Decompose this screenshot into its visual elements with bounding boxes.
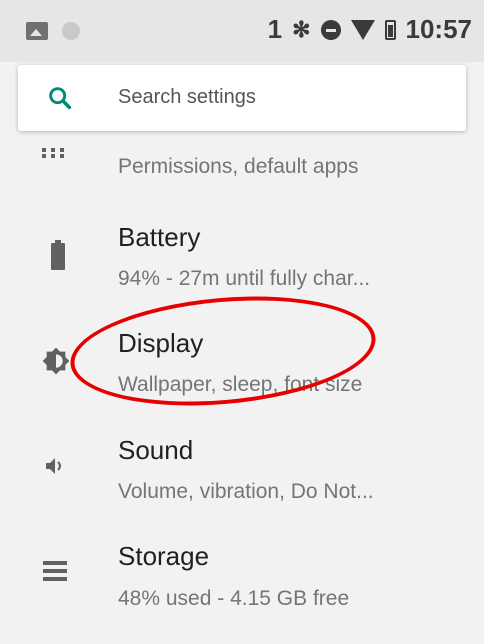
settings-item-title: Sound (118, 435, 194, 465)
search-placeholder: Search settings (118, 86, 256, 108)
search-bar[interactable]: Search settings (18, 65, 466, 131)
annotation-ellipse (65, 284, 381, 418)
wifi-icon (350, 19, 375, 40)
clock: 10:57 (405, 14, 473, 44)
status-bar: 1 ✻ 10:57 (0, 0, 484, 62)
storage-icon (43, 561, 67, 581)
bluetooth-icon: ✻ (292, 16, 311, 42)
apps-icon (42, 148, 64, 158)
circle-icon (62, 22, 80, 40)
dnd-icon (320, 19, 341, 40)
settings-item-title: Battery (118, 222, 201, 252)
battery-status-icon (384, 19, 396, 40)
settings-item-summary: 48% used - 4.15 GB free (118, 587, 350, 610)
settings-item-summary: 94% - 27m until fully char... (118, 267, 371, 290)
battery-icon (51, 240, 65, 270)
status-left (26, 22, 80, 40)
image-icon (26, 22, 48, 40)
volume-icon (46, 458, 61, 474)
brightness-icon (42, 347, 70, 375)
settings-item-summary: Permissions, default apps (118, 155, 359, 178)
settings-item-summary: Volume, vibration, Do Not... (118, 480, 374, 503)
settings-item-title: Storage (118, 541, 210, 571)
status-right: 1 ✻ 10:57 (268, 14, 472, 45)
search-icon (49, 87, 72, 110)
notification-count: 1 (267, 14, 283, 44)
